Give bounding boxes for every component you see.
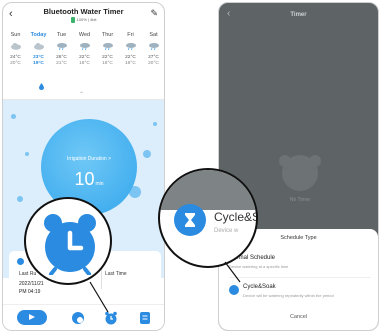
battery-text: 100% bbox=[76, 17, 87, 23]
chevron-up-icon[interactable]: ⌃ bbox=[79, 91, 84, 98]
last-run-label: Last Ru bbox=[19, 271, 37, 277]
empty-timer-caption: No Timer bbox=[290, 197, 311, 203]
divider bbox=[101, 267, 102, 289]
alarm-clock-icon bbox=[44, 214, 96, 275]
device-status: 100% | 4bit bbox=[3, 17, 164, 23]
play-icon bbox=[29, 314, 35, 320]
weather-day-label: Wed bbox=[78, 32, 91, 38]
document-icon[interactable] bbox=[137, 310, 153, 326]
weather-day: Tue 26°C 21°C bbox=[50, 31, 73, 66]
page-title: Timer bbox=[290, 12, 307, 18]
last-run-date: 2022/11/21 bbox=[19, 281, 44, 287]
weather-day-label: Today bbox=[30, 32, 47, 38]
timer-icon bbox=[17, 258, 24, 265]
play-button[interactable] bbox=[17, 310, 47, 325]
overlay-backdrop bbox=[160, 170, 256, 210]
decor-bubble bbox=[25, 152, 29, 156]
weather-day-label: Fri bbox=[127, 32, 134, 38]
right-phone-screen: ‹ Timer No Timer Schedule Type Normal Sc… bbox=[218, 2, 379, 331]
weather-high: 22°C bbox=[79, 55, 90, 60]
cloud-icon bbox=[33, 42, 45, 50]
weather-day-label: Thur bbox=[101, 32, 114, 38]
app-header: ‹ Bluetooth Water Timer 100% | 4bit ✎ bbox=[3, 3, 164, 29]
rain-cloud-icon bbox=[79, 42, 91, 50]
weather-day: Sat 27°C 20°C bbox=[142, 31, 164, 66]
decor-bubble bbox=[17, 196, 23, 202]
cancel-button[interactable]: Cancel bbox=[219, 314, 378, 320]
cycle-soak-option[interactable]: Cycle&Soak Device will be watering repea… bbox=[243, 284, 334, 298]
magnifier-alarm-clock bbox=[24, 197, 112, 285]
weather-low: 18°C bbox=[125, 61, 136, 66]
cycle-soak-title-zoom: Cycle&S bbox=[214, 210, 258, 224]
alarm-clock-icon[interactable] bbox=[103, 310, 119, 326]
empty-timer-illustration: No Timer bbox=[279, 155, 321, 203]
rain-cloud-icon bbox=[148, 42, 160, 50]
weather-day: Wed 22°C 18°C bbox=[73, 31, 96, 66]
weather-low: 18°C bbox=[102, 61, 113, 66]
weather-low: 21°C bbox=[56, 61, 67, 66]
weather-high: 27°C bbox=[148, 55, 159, 60]
device-title: Bluetooth Water Timer bbox=[43, 7, 124, 16]
cycle-soak-desc: Device will be watering repeatedly withi… bbox=[243, 293, 334, 298]
rain-cloud-icon bbox=[56, 42, 68, 50]
weather-high: 22°C bbox=[125, 55, 136, 60]
battery-icon bbox=[70, 17, 75, 23]
weather-day: Sun 24°C 20°C bbox=[4, 31, 27, 66]
weather-day-label: Sun bbox=[10, 32, 21, 38]
cloud-icon bbox=[10, 42, 22, 50]
decor-bubble bbox=[153, 122, 157, 126]
normal-schedule-desc: Device watering at a specific time bbox=[229, 264, 289, 269]
weather-high: 26°C bbox=[56, 55, 67, 60]
cycle-soak-desc-zoom: Device w bbox=[214, 228, 239, 234]
status-text: | 4bit bbox=[87, 17, 97, 23]
divider bbox=[229, 277, 371, 278]
weather-low: 20°C bbox=[148, 61, 159, 66]
rain-cloud-icon bbox=[125, 42, 137, 50]
weather-high: 24°C bbox=[10, 55, 21, 60]
last-run-time: PM 04:19 bbox=[19, 289, 41, 295]
duration-unit: min bbox=[95, 181, 104, 187]
last-time-label: Last Time bbox=[105, 271, 127, 277]
weather-low: 20°C bbox=[10, 61, 21, 66]
cycle-soak-title: Cycle&Soak bbox=[243, 284, 276, 290]
irrigation-duration-value: 10min bbox=[41, 169, 137, 190]
irrigation-duration-label: Irrigation Duration > bbox=[66, 156, 112, 162]
magnifier-cycle-soak: Cycle&S Device w bbox=[158, 168, 258, 268]
weather-day-label: Tue bbox=[56, 32, 67, 38]
weather-day: Thur 22°C 18°C bbox=[96, 31, 119, 66]
decor-bubble bbox=[143, 150, 151, 158]
weather-low: 18°C bbox=[79, 61, 90, 66]
weather-low: 19°C bbox=[33, 61, 44, 66]
decor-bubble bbox=[11, 114, 16, 119]
weather-day-label: Sat bbox=[149, 32, 158, 38]
cycle-soak-icon bbox=[229, 285, 239, 295]
hourglass-icon bbox=[185, 213, 195, 227]
weather-forecast: Sun 24°C 20°C Today 23°C 19°C Tue 26°C 2… bbox=[3, 31, 164, 93]
weather-day: Fri 22°C 18°C bbox=[119, 31, 142, 66]
edit-pencil-icon[interactable]: ✎ bbox=[150, 8, 158, 19]
rain-cloud-icon bbox=[102, 42, 114, 50]
weather-day-today: Today 23°C 19°C bbox=[27, 31, 50, 66]
weather-high: 23°C bbox=[33, 55, 44, 60]
cycle-soak-icon bbox=[174, 204, 206, 236]
history-icon[interactable] bbox=[70, 310, 86, 326]
bottom-tab-bar bbox=[3, 304, 164, 330]
water-drop-icon bbox=[39, 83, 44, 90]
weather-high: 22°C bbox=[102, 55, 113, 60]
duration-number: 10 bbox=[74, 169, 95, 189]
timer-header: ‹ Timer bbox=[219, 3, 378, 27]
